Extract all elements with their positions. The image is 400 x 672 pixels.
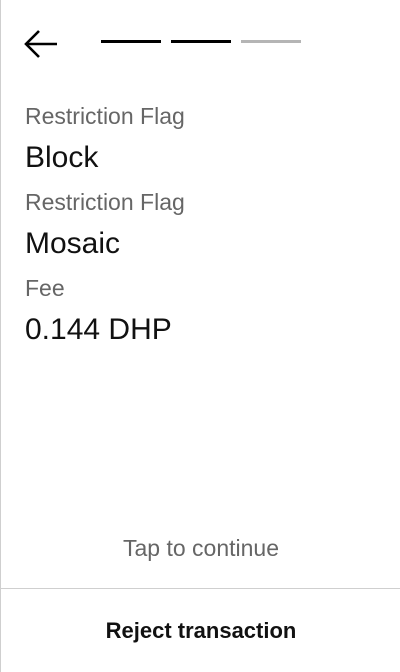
transaction-details: Restriction Flag Block Restriction Flag … <box>25 100 375 358</box>
progress-step-1 <box>101 40 161 43</box>
detail-fee: Fee 0.144 DHP <box>25 272 375 356</box>
detail-restriction-flag-1: Restriction Flag Block <box>25 100 375 184</box>
transaction-review-screen[interactable]: Restriction Flag Block Restriction Flag … <box>0 0 400 672</box>
reject-transaction-button[interactable]: Reject transaction <box>1 589 400 672</box>
arrow-left-icon <box>24 30 57 58</box>
detail-value: Mosaic <box>25 227 121 260</box>
progress-indicator <box>101 40 301 43</box>
detail-label: Restriction Flag <box>25 103 185 129</box>
detail-label: Fee <box>25 275 65 301</box>
progress-step-3 <box>241 40 301 43</box>
detail-label: Restriction Flag <box>25 189 185 215</box>
tap-to-continue-hint[interactable]: Tap to continue <box>1 528 400 568</box>
detail-value: 0.144 DHP <box>25 313 172 346</box>
back-button[interactable] <box>23 28 59 60</box>
header <box>1 0 400 90</box>
detail-value: Block <box>25 141 99 174</box>
detail-restriction-flag-2: Restriction Flag Mosaic <box>25 186 375 270</box>
progress-step-2 <box>171 40 231 43</box>
